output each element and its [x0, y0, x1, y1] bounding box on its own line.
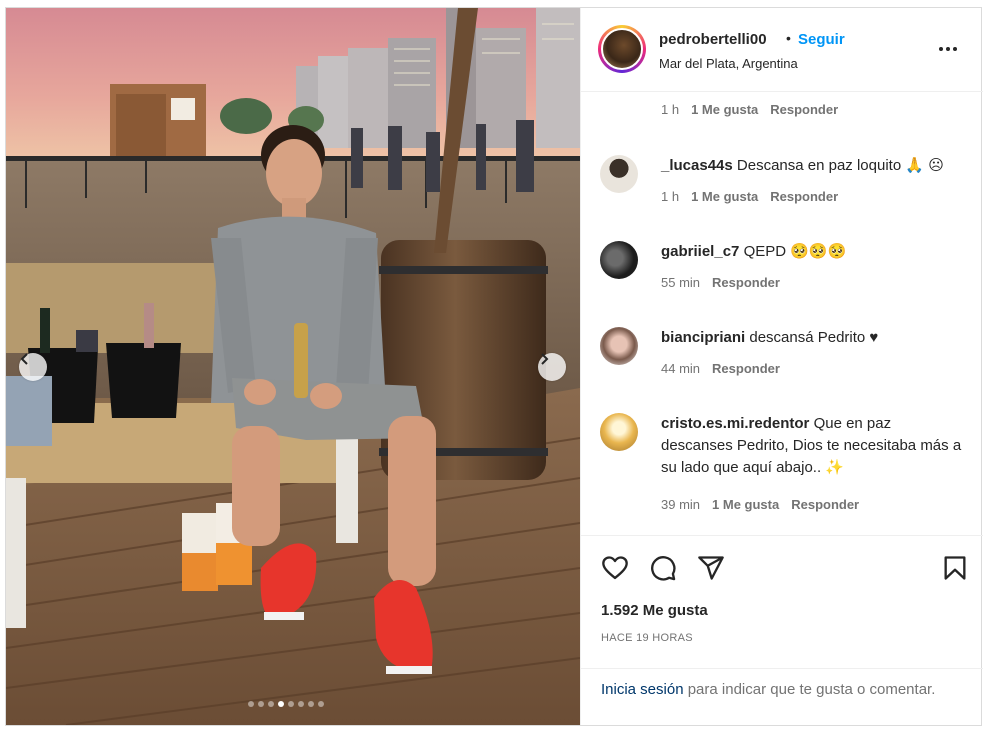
carousel-dot: [278, 701, 284, 707]
carousel-dot: [308, 701, 314, 707]
author-username[interactable]: pedrobertelli00: [659, 31, 767, 48]
separator-dot: •: [786, 30, 791, 46]
carousel-dot: [298, 701, 304, 707]
post-timestamp[interactable]: HACE 19 HORAS: [601, 632, 693, 644]
comment-reply-button[interactable]: Responder: [712, 275, 780, 290]
carousel-prev-button[interactable]: [19, 353, 47, 381]
comment-time: 39 min: [661, 497, 701, 512]
comment-reply-button[interactable]: Responder: [791, 497, 859, 512]
more-icon-dot: [946, 47, 950, 51]
comment-text: Descansa en paz loquito 🙏 ☹: [736, 157, 944, 174]
comment-reply-button[interactable]: Responder: [712, 361, 780, 376]
comment-likes[interactable]: 1 Me gusta: [691, 189, 758, 204]
comment-meta: 1 h 1 Me gusta Responder: [661, 189, 838, 204]
follow-button[interactable]: Seguir: [798, 31, 845, 48]
comment-likes[interactable]: 1 Me gusta: [691, 102, 758, 117]
carousel-dot: [258, 701, 264, 707]
photo-scene: [6, 8, 580, 725]
comment-text: descansá Pedrito ♥: [749, 329, 879, 346]
comment-likes[interactable]: 1 Me gusta: [712, 497, 779, 512]
comment-meta: 44 min Responder: [661, 361, 780, 376]
commenter-avatar[interactable]: [600, 413, 638, 451]
chevron-left-icon: [20, 353, 28, 365]
comments-list[interactable]: 1 h 1 Me gusta Responder _lucas44s Desca…: [581, 92, 983, 535]
commenter-username[interactable]: _lucas44s: [661, 157, 733, 174]
commenter-avatar[interactable]: [600, 155, 638, 193]
bookmark-icon[interactable]: [941, 554, 969, 582]
post-dialog: pedrobertelli00 • Seguir Mar del Plata, …: [5, 7, 983, 726]
post-header: pedrobertelli00 • Seguir Mar del Plata, …: [581, 8, 983, 92]
comment-meta: 39 min 1 Me gusta Responder: [661, 497, 859, 512]
comment-body: gabriiel_c7 QEPD 🥺🥺🥺: [661, 241, 966, 263]
carousel-dot: [288, 701, 294, 707]
send-icon[interactable]: [697, 554, 725, 582]
comment-body: biancipriani descansá Pedrito ♥: [661, 327, 966, 349]
comment-body: _lucas44s Descansa en paz loquito 🙏 ☹: [661, 155, 966, 177]
author-avatar[interactable]: [598, 25, 646, 73]
comment-text: QEPD 🥺🥺🥺: [743, 243, 847, 260]
carousel-dot: [248, 701, 254, 707]
comment-reply-button[interactable]: Responder: [770, 189, 838, 204]
login-prompt-text: para indicar que te gusta o comentar.: [687, 681, 936, 698]
comment-time: 44 min: [661, 361, 701, 376]
carousel-indicator: [248, 701, 324, 707]
post-location[interactable]: Mar del Plata, Argentina: [659, 56, 798, 71]
more-icon: [939, 47, 943, 51]
commenter-avatar[interactable]: [600, 241, 638, 279]
carousel-dot: [268, 701, 274, 707]
commenter-username[interactable]: biancipriani: [661, 329, 745, 346]
post-sidebar: pedrobertelli00 • Seguir Mar del Plata, …: [580, 8, 983, 725]
commenter-avatar[interactable]: [600, 327, 638, 365]
more-options-button[interactable]: [937, 40, 959, 58]
likes-count[interactable]: 1.592 Me gusta: [601, 602, 708, 619]
heart-icon[interactable]: [601, 554, 629, 582]
comment-reply-button[interactable]: Responder: [770, 102, 838, 117]
login-link[interactable]: Inicia sesión: [601, 681, 684, 698]
comment-time: 55 min: [661, 275, 701, 290]
carousel-dot: [318, 701, 324, 707]
more-icon-dot: [953, 47, 957, 51]
comment-meta: 55 min Responder: [661, 275, 780, 290]
comment-icon[interactable]: [649, 554, 677, 582]
post-actions: 1.592 Me gusta HACE 19 HORAS: [581, 535, 983, 668]
comment-time: 1 h: [661, 102, 680, 117]
commenter-username[interactable]: gabriiel_c7: [661, 243, 739, 260]
login-prompt: Inicia sesión para indicar que te gusta …: [581, 668, 983, 725]
comment-meta: 1 h 1 Me gusta Responder: [661, 102, 838, 117]
comment-time: 1 h: [661, 189, 680, 204]
chevron-right-icon: [541, 353, 549, 365]
post-photo[interactable]: [6, 8, 580, 725]
commenter-username[interactable]: cristo.es.mi.redentor: [661, 415, 809, 432]
comment-body: cristo.es.mi.redentor Que en paz descans…: [661, 413, 966, 479]
carousel-next-button[interactable]: [538, 353, 566, 381]
